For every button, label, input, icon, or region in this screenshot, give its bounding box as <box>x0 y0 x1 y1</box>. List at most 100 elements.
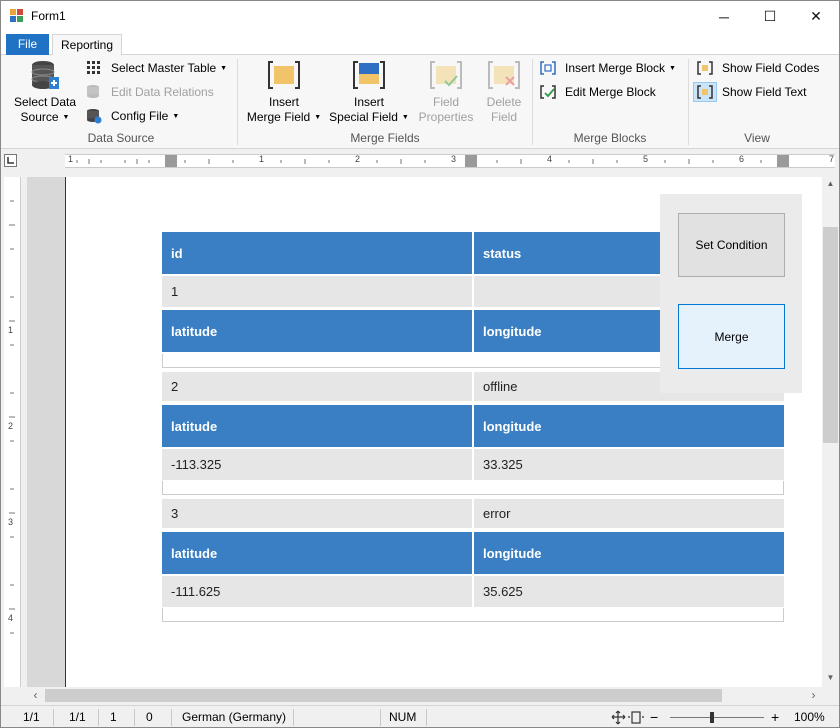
status-separator <box>171 709 172 726</box>
cell-status[interactable]: error <box>474 499 784 528</box>
field-properties-label-1: Field <box>432 95 459 109</box>
ruler-number: 3 <box>451 154 457 164</box>
cell-latitude[interactable]: -113.325 <box>162 449 472 480</box>
maximize-button[interactable]: ☐ <box>747 1 793 32</box>
status-language[interactable]: German (Germany) <box>182 706 286 727</box>
config-file-button[interactable]: Config File ▼ <box>86 106 231 126</box>
status-separator <box>380 709 381 726</box>
status-num-lock: NUM <box>389 710 417 724</box>
header-cell-id[interactable]: id <box>162 232 472 274</box>
minimize-button[interactable]: ─ <box>701 1 747 32</box>
empty-nested-row <box>162 481 784 495</box>
merge-block-icon <box>540 61 556 75</box>
header-cell-latitude[interactable]: latitude <box>162 405 472 447</box>
select-data-source-label-2: Source <box>20 110 59 124</box>
scroll-down-arrow-icon[interactable]: ▼ <box>822 673 839 682</box>
app-icon <box>10 9 24 23</box>
cell-latitude[interactable]: -111.625 <box>162 576 472 607</box>
ruler-number: 4 <box>547 154 553 164</box>
ruler-number: 7 <box>829 154 835 164</box>
select-master-table-button[interactable]: Select Master Table ▼ <box>86 58 231 78</box>
document-left-margin <box>27 177 65 687</box>
dropdown-arrow-icon: ▼ <box>669 64 676 72</box>
ruler-number: 6 <box>739 154 745 164</box>
edit-data-relations-label: Edit Data Relations <box>111 85 214 99</box>
cell-longitude[interactable]: 33.325 <box>474 449 784 480</box>
status-section: 1/1 <box>23 710 40 724</box>
horizontal-scroll-thumb[interactable] <box>45 689 722 702</box>
zoom-out-button[interactable]: − <box>650 706 658 727</box>
status-column: 0 <box>146 710 153 724</box>
status-separator <box>98 709 99 726</box>
group-label-merge-blocks: Merge Blocks <box>573 131 647 145</box>
edit-merge-block-button[interactable]: Edit Merge Block <box>540 82 685 102</box>
cell-id[interactable]: 3 <box>162 499 472 528</box>
zoom-slider-track[interactable] <box>670 717 764 718</box>
select-master-table-label: Select Master Table <box>111 61 217 75</box>
close-button[interactable]: ✕ <box>793 1 839 32</box>
show-field-codes-label: Show Field Codes <box>722 61 820 75</box>
field-properties-button[interactable]: Field Properties <box>415 59 477 127</box>
ribbon-tab-strip: File Reporting <box>1 32 839 56</box>
header-cell-longitude[interactable]: longitude <box>474 532 784 574</box>
header-cell-longitude[interactable]: longitude <box>474 405 784 447</box>
header-cell-latitude[interactable]: latitude <box>162 532 472 574</box>
zoom-in-button[interactable]: + <box>771 706 779 727</box>
cell-id[interactable]: 1 <box>162 276 472 307</box>
status-bar: 1/1 1/1 1 0 German (Germany) NUM − + 100… <box>1 705 839 727</box>
dropdown-arrow-icon: ▼ <box>172 112 180 120</box>
window-title: Form1 <box>31 9 66 23</box>
status-line: 1 <box>110 710 117 724</box>
fit-page-icon[interactable] <box>611 710 645 727</box>
select-data-source-button[interactable]: Select Data Source ▼ <box>9 59 81 127</box>
special-field-icon <box>353 61 385 89</box>
insert-merge-field-button[interactable]: Insert Merge Field ▼ <box>245 59 323 127</box>
scroll-left-arrow-icon[interactable]: ‹ <box>27 687 44 704</box>
edit-data-relations-button[interactable]: Edit Data Relations <box>86 82 231 102</box>
merge-button[interactable]: Merge <box>678 304 785 369</box>
dropdown-arrow-icon: ▼ <box>314 114 322 122</box>
scroll-right-arrow-icon[interactable]: › <box>805 687 822 704</box>
status-separator <box>293 709 294 726</box>
vertical-ruler-ticks <box>9 200 15 634</box>
insert-special-field-label-2: Special Field <box>329 110 398 124</box>
zoom-slider-thumb[interactable] <box>710 712 715 723</box>
cell-id[interactable]: 2 <box>162 372 472 401</box>
set-condition-button[interactable]: Set Condition <box>678 213 785 277</box>
group-label-view: View <box>744 131 770 145</box>
ruler-number: 1 <box>68 154 74 164</box>
insert-special-field-button[interactable]: Insert Special Field ▼ <box>329 59 409 127</box>
ruler-number: 5 <box>643 154 649 164</box>
group-separator <box>532 59 533 145</box>
status-page: 1/1 <box>69 710 86 724</box>
horizontal-ruler-ticks <box>76 155 789 167</box>
show-field-text-button[interactable]: Show Field Text <box>695 82 825 102</box>
header-cell-latitude[interactable]: latitude <box>162 310 472 352</box>
delete-field-label-2: Field <box>490 110 517 124</box>
zoom-level: 100% <box>794 710 825 724</box>
cell-longitude[interactable]: 35.625 <box>474 576 784 607</box>
field-text-icon <box>697 85 713 99</box>
scroll-up-arrow-icon[interactable]: ▲ <box>822 179 839 188</box>
vertical-scroll-thumb[interactable] <box>823 227 838 443</box>
delete-field-button[interactable]: Delete Field <box>479 59 529 127</box>
ruler-number: 2 <box>8 421 14 431</box>
tab-stop-selector[interactable] <box>4 154 17 167</box>
config-file-label: Config File <box>111 109 169 123</box>
vertical-scrollbar[interactable]: ▲ ▼ <box>822 177 839 687</box>
insert-merge-block-button[interactable]: Insert Merge Block ▼ <box>540 58 685 78</box>
status-separator <box>134 709 135 726</box>
vertical-ruler[interactable]: 1 2 3 4 <box>4 177 21 687</box>
tab-reporting[interactable]: Reporting <box>52 34 122 56</box>
horizontal-ruler[interactable]: 1 1 2 3 4 5 6 7 <box>65 154 835 168</box>
ribbon-reporting: Select Data Source ▼ Select Master Table ▼… <box>1 55 839 149</box>
insert-merge-field-label-2: Merge Field <box>246 110 311 124</box>
horizontal-scrollbar[interactable]: ‹ › <box>27 687 822 704</box>
status-separator <box>426 709 427 726</box>
action-panel: Set Condition Merge <box>660 194 802 393</box>
tab-file[interactable]: File <box>6 34 49 55</box>
empty-nested-row <box>162 608 784 622</box>
field-properties-label-2: Properties <box>418 110 474 124</box>
show-field-codes-button[interactable]: Show Field Codes <box>695 58 825 78</box>
data-relations-icon <box>87 85 99 98</box>
